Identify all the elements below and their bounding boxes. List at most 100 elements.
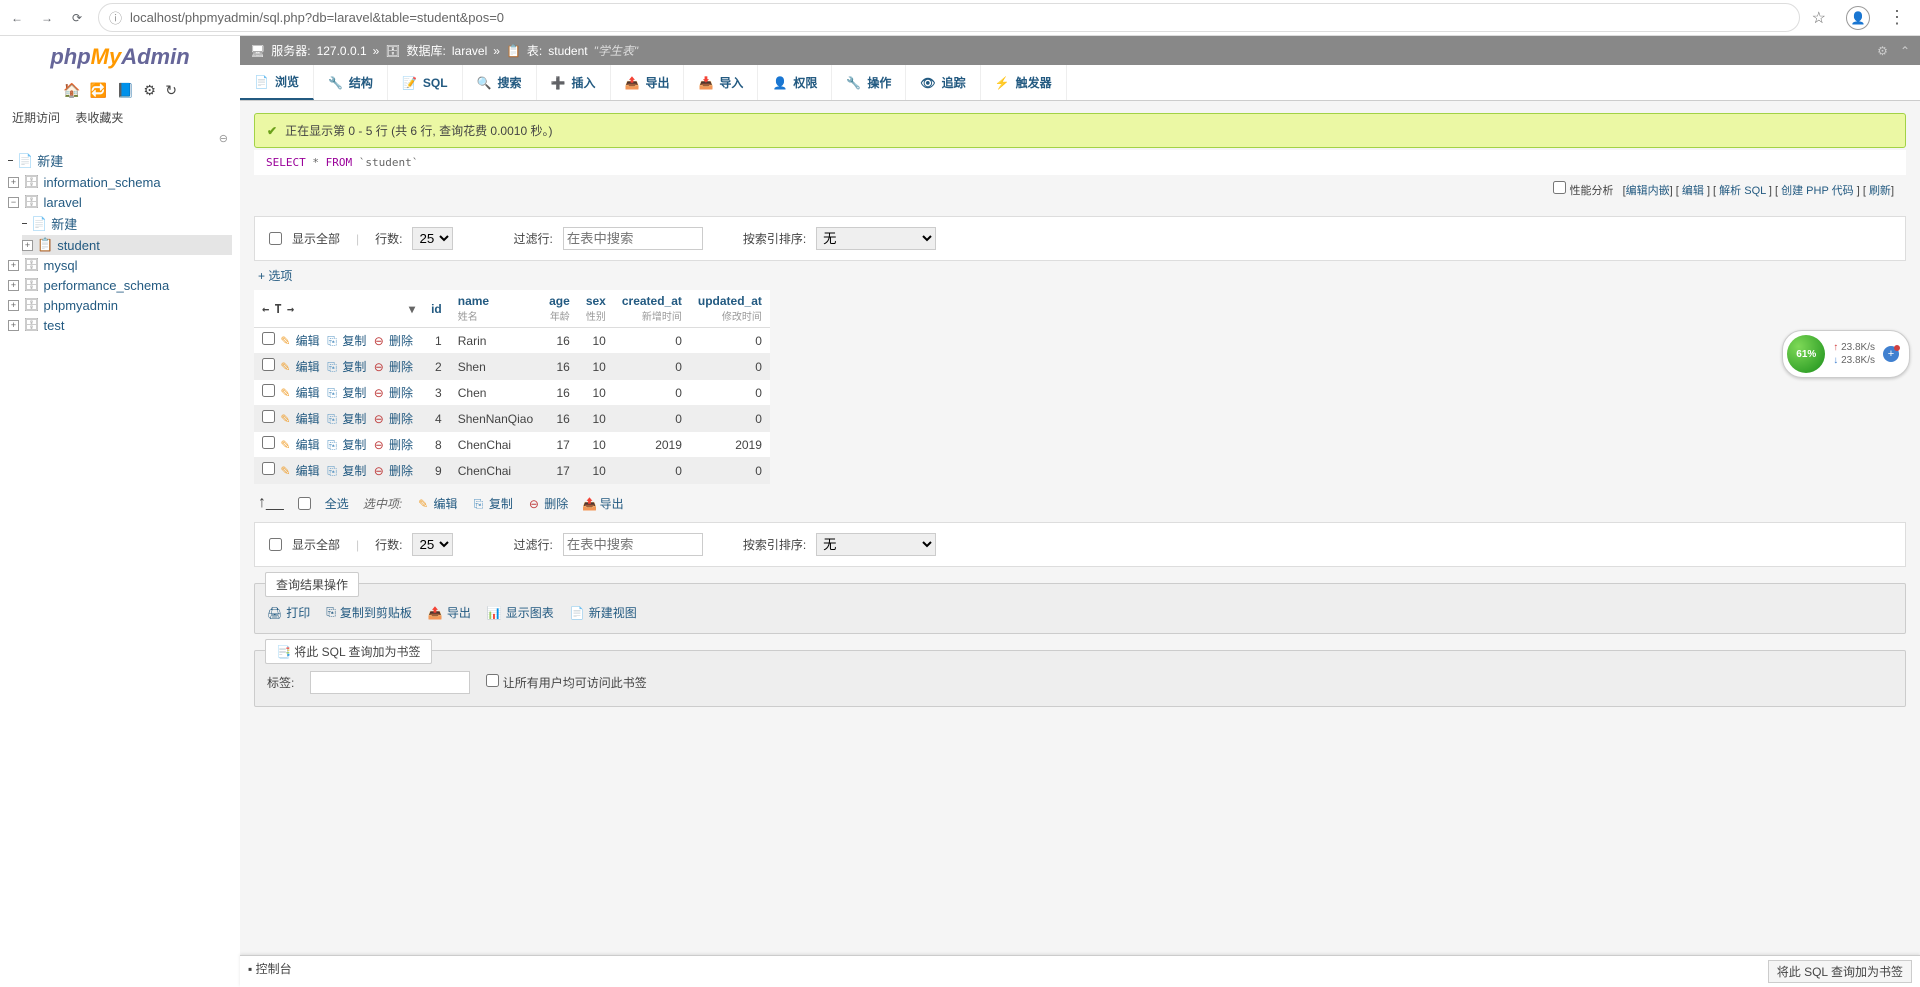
- rows-select-2[interactable]: 25: [412, 533, 453, 556]
- row-checkbox[interactable]: [262, 384, 275, 397]
- bc-table-link[interactable]: student: [548, 44, 587, 58]
- row-delete[interactable]: ⊖ 删除: [372, 334, 413, 348]
- col-name[interactable]: name姓名: [450, 290, 541, 328]
- row-edit[interactable]: ✎ 编辑: [278, 386, 319, 400]
- sort-index-select-2[interactable]: 无: [816, 533, 936, 556]
- bulk-copy[interactable]: ⎘ 复制: [472, 495, 513, 512]
- create-view-link[interactable]: 📄 新建视图: [570, 604, 637, 621]
- tree-db-mysql[interactable]: +🗄mysql: [8, 255, 232, 275]
- tree-db-phpmyadmin[interactable]: +🗄phpmyadmin: [8, 295, 232, 315]
- refresh-link[interactable]: 刷新: [1869, 185, 1891, 197]
- print-link[interactable]: 🖨 打印: [267, 604, 310, 621]
- row-checkbox[interactable]: [262, 462, 275, 475]
- collapse-top-icon[interactable]: ⌃: [1900, 44, 1910, 58]
- row-copy[interactable]: ⎘ 复制: [325, 334, 366, 348]
- row-copy[interactable]: ⎘ 复制: [325, 438, 366, 452]
- docs-icon[interactable]: 📘: [117, 82, 134, 98]
- options-toggle[interactable]: + 选项: [258, 267, 1902, 284]
- tab-operations[interactable]: 🔧操作: [832, 65, 906, 100]
- sort-index-select[interactable]: 无: [816, 227, 936, 250]
- filter-input[interactable]: [563, 227, 703, 250]
- bulk-delete[interactable]: ⊖ 删除: [527, 495, 568, 512]
- col-age[interactable]: age年龄: [541, 290, 578, 328]
- tab-tracking[interactable]: 👁追踪: [906, 65, 980, 100]
- tree-db-laravel[interactable]: −🗄laravel: [8, 192, 232, 212]
- tab-search[interactable]: 🔍搜索: [463, 65, 537, 100]
- network-monitor-widget[interactable]: 61% ↑ 23.8K/s ↓ 23.8K/s +: [1782, 330, 1910, 378]
- row-delete[interactable]: ⊖ 删除: [372, 464, 413, 478]
- row-edit[interactable]: ✎ 编辑: [278, 334, 319, 348]
- tree-new[interactable]: ⎯📄新建: [8, 149, 232, 172]
- row-copy[interactable]: ⎘ 复制: [325, 386, 366, 400]
- export-link[interactable]: 📤 导出: [428, 604, 471, 621]
- row-delete[interactable]: ⊖ 删除: [372, 386, 413, 400]
- profiling-checkbox[interactable]: [1553, 181, 1566, 194]
- tab-import[interactable]: 📥导入: [684, 65, 758, 100]
- edit-query-link[interactable]: 编辑: [1682, 185, 1704, 197]
- rows-select[interactable]: 25: [412, 227, 453, 250]
- col-sex[interactable]: sex性别: [578, 290, 614, 328]
- url-bar[interactable]: ⓘ localhost/phpmyadmin/sql.php?db=larave…: [98, 3, 1800, 32]
- chrome-menu-icon[interactable]: ⋮: [1888, 7, 1906, 28]
- console-toggle[interactable]: ▪ 控制台: [248, 960, 292, 983]
- page-settings-icon[interactable]: ⚙: [1877, 44, 1888, 58]
- tab-privileges[interactable]: 👤权限: [758, 65, 832, 100]
- reload-nav-icon[interactable]: ↻: [165, 82, 177, 98]
- home-icon[interactable]: 🏠: [63, 82, 80, 98]
- filter-input-2[interactable]: [563, 533, 703, 556]
- row-edit[interactable]: ✎ 编辑: [278, 464, 319, 478]
- row-delete[interactable]: ⊖ 删除: [372, 360, 413, 374]
- tab-insert[interactable]: ➕插入: [537, 65, 611, 100]
- row-delete[interactable]: ⊖ 删除: [372, 412, 413, 426]
- tree-db-information-schema[interactable]: +🗄information_schema: [8, 172, 232, 192]
- profile-icon[interactable]: 👤: [1846, 6, 1870, 30]
- create-php-link[interactable]: 创建 PHP 代码: [1781, 185, 1854, 197]
- tab-favorites[interactable]: 表收藏夹: [75, 111, 123, 125]
- row-edit[interactable]: ✎ 编辑: [278, 412, 319, 426]
- row-copy[interactable]: ⎘ 复制: [325, 464, 366, 478]
- col-created[interactable]: created_at新增时间: [614, 290, 690, 328]
- tree-db-test[interactable]: +🗄test: [8, 315, 232, 335]
- forward-icon[interactable]: →: [38, 9, 56, 27]
- bookmark-sql-button[interactable]: 将此 SQL 查询加为书签: [1768, 960, 1912, 983]
- tab-export[interactable]: 📤导出: [611, 65, 685, 100]
- tab-browse[interactable]: 📄浏览: [240, 65, 314, 100]
- copy-clipboard-link[interactable]: ⎘ 复制到剪贴板: [326, 604, 412, 621]
- bookmark-label-input[interactable]: [310, 671, 470, 694]
- logout-icon[interactable]: 🔁: [90, 82, 107, 98]
- tab-structure[interactable]: 🔧结构: [314, 65, 388, 100]
- row-copy[interactable]: ⎘ 复制: [325, 360, 366, 374]
- check-all-checkbox[interactable]: [298, 497, 311, 510]
- check-all-link[interactable]: 全选: [325, 495, 349, 512]
- net-badge-icon[interactable]: +: [1883, 346, 1899, 362]
- show-all-checkbox[interactable]: [269, 232, 282, 245]
- tab-sql[interactable]: 📝SQL: [388, 65, 463, 100]
- show-all-checkbox-2[interactable]: [269, 538, 282, 551]
- phpmyadmin-logo[interactable]: phpMyAdmin: [0, 36, 240, 78]
- col-id[interactable]: id: [423, 290, 450, 328]
- tab-recent[interactable]: 近期访问: [12, 111, 60, 125]
- row-copy[interactable]: ⎘ 复制: [325, 412, 366, 426]
- bookmark-star-icon[interactable]: ☆: [1812, 8, 1826, 28]
- bc-server-link[interactable]: 127.0.0.1: [317, 44, 367, 58]
- row-checkbox[interactable]: [262, 332, 275, 345]
- inline-edit-link[interactable]: 编辑内嵌: [1626, 185, 1670, 197]
- bookmark-share-checkbox[interactable]: [486, 674, 499, 687]
- bc-db-link[interactable]: laravel: [452, 44, 487, 58]
- tab-triggers[interactable]: ⚡触发器: [981, 65, 1067, 100]
- row-checkbox[interactable]: [262, 436, 275, 449]
- back-icon[interactable]: ←: [8, 9, 26, 27]
- row-checkbox[interactable]: [262, 410, 275, 423]
- chart-link[interactable]: 📊 显示图表: [487, 604, 554, 621]
- tree-db-performance-schema[interactable]: +🗄performance_schema: [8, 275, 232, 295]
- settings-icon[interactable]: ⚙: [143, 82, 156, 98]
- row-checkbox[interactable]: [262, 358, 275, 371]
- row-delete[interactable]: ⊖ 删除: [372, 438, 413, 452]
- collapse-handle-icon[interactable]: ⊖: [0, 132, 240, 145]
- col-updated[interactable]: updated_at修改时间: [690, 290, 770, 328]
- bulk-export[interactable]: 📤 导出: [582, 495, 623, 512]
- tree-table-student[interactable]: +📋student: [22, 235, 232, 255]
- reload-icon[interactable]: ⟳: [68, 9, 86, 27]
- explain-sql-link[interactable]: 解析 SQL: [1719, 185, 1766, 197]
- row-edit[interactable]: ✎ 编辑: [278, 438, 319, 452]
